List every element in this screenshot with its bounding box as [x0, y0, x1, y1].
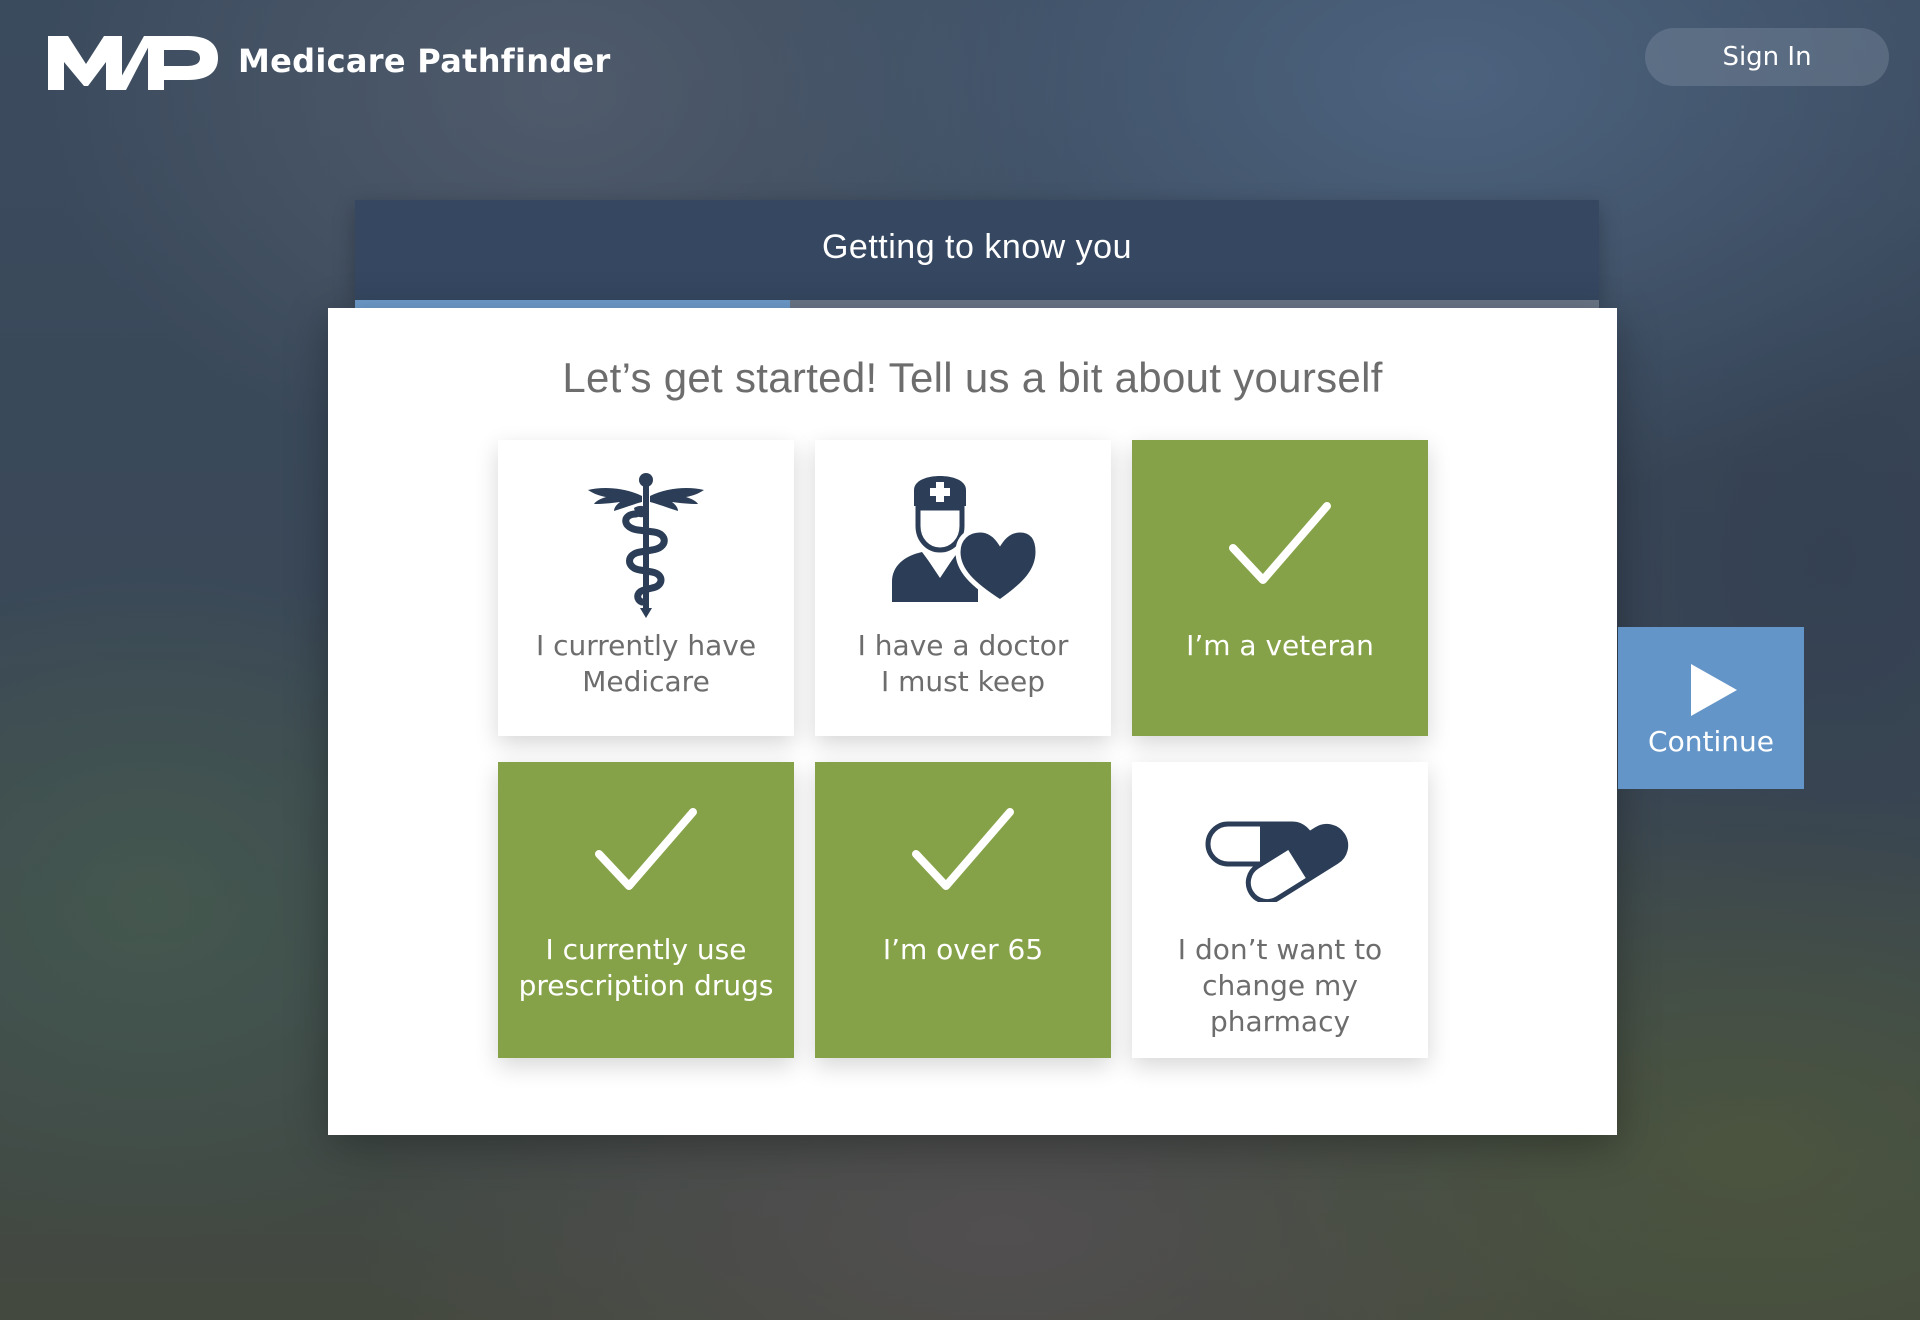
logo[interactable]: [48, 32, 218, 94]
checkmark-icon: [815, 806, 1111, 896]
mp-logo-icon: [48, 36, 218, 90]
option-tile-veteran[interactable]: I’m a veteran: [1132, 440, 1428, 736]
option-tile-doctor[interactable]: I have a doctor I must keep: [815, 440, 1111, 736]
play-arrow-icon: [1691, 664, 1737, 720]
tile-label: I have a doctor I must keep: [857, 629, 1069, 698]
doctor-heart-icon: [815, 476, 1111, 606]
pills-icon: [1132, 818, 1428, 902]
tile-label: I’m over 65: [882, 933, 1044, 966]
continue-label: Continue: [1648, 725, 1774, 758]
stage-header: Getting to know you: [355, 200, 1599, 300]
continue-button[interactable]: Continue: [1618, 627, 1804, 789]
question-card: Let’s get started! Tell us a bit about y…: [328, 308, 1617, 1135]
tile-label: I currently use prescription drugs: [518, 933, 774, 1002]
option-tile-pharmacy[interactable]: I don’t want to change my pharmacy: [1132, 762, 1428, 1058]
card-heading: Let’s get started! Tell us a bit about y…: [562, 354, 1383, 401]
sign-in-button[interactable]: Sign In: [1645, 28, 1889, 86]
option-tile-prescription-drugs[interactable]: I currently use prescription drugs: [498, 762, 794, 1058]
tile-label: I’m a veteran: [1186, 629, 1374, 662]
checkmark-icon: [1132, 500, 1428, 590]
brand-name: Medicare Pathfinder: [238, 42, 611, 80]
stage-title: Getting to know you: [821, 228, 1132, 266]
caduceus-icon: [498, 470, 794, 620]
checkmark-icon: [498, 806, 794, 896]
tile-label: I currently have Medicare: [535, 629, 757, 698]
option-tile-over-65[interactable]: I’m over 65: [815, 762, 1111, 1058]
progress-bar: [355, 300, 1599, 308]
option-tile-medicare[interactable]: I currently have Medicare: [498, 440, 794, 736]
progress-fill: [355, 300, 791, 308]
tile-label: I don’t want to change my pharmacy: [1177, 933, 1383, 1038]
